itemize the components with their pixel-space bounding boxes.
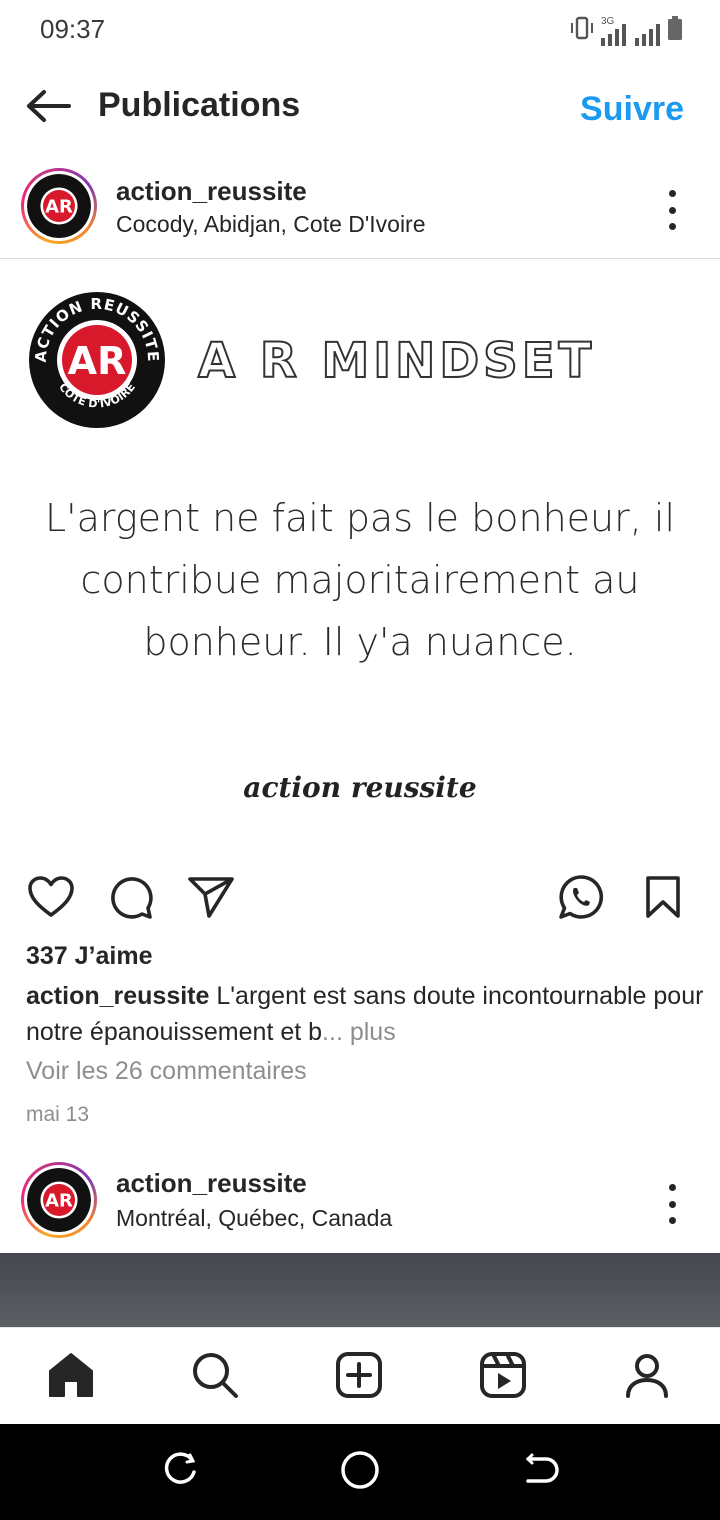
next-post-image[interactable]: [0, 1253, 720, 1328]
nav-search[interactable]: [188, 1350, 242, 1404]
search-icon: [191, 1351, 239, 1404]
vibrate-icon: [569, 15, 595, 46]
brand-logo: AR: [27, 174, 91, 238]
page-title: Publications: [98, 86, 301, 124]
reels-icon: [479, 1351, 527, 1404]
app-header: Publications Suivre: [0, 62, 720, 154]
post-image[interactable]: ACTION REUSSITE AR CÔTE D'IVOIRE A R MIN…: [0, 259, 720, 851]
more-dot: [668, 1200, 676, 1208]
back-system-button[interactable]: [516, 1448, 564, 1496]
send-icon: [187, 875, 235, 924]
signal-icon: 3G: [601, 16, 660, 46]
profile-icon: [623, 1351, 671, 1404]
whatsapp-share-button[interactable]: [556, 874, 606, 924]
caption-more-button[interactable]: plus: [343, 1018, 396, 1046]
svg-text:AR: AR: [45, 196, 73, 217]
back-button[interactable]: [22, 82, 74, 134]
caption-username[interactable]: action_reussite: [26, 982, 209, 1010]
whatsapp-icon: [557, 873, 605, 926]
image-title: A R MINDSET: [197, 332, 596, 390]
caption-ellipsis: ...: [322, 1018, 343, 1046]
view-comments-link[interactable]: Voir les 26 commentaires: [26, 1057, 307, 1086]
post-date: mai 13: [26, 1103, 90, 1126]
status-bar: 09:37 3G: [0, 0, 720, 62]
image-signature: action reussite: [243, 771, 477, 804]
brand-logo: AR: [27, 1168, 91, 1232]
post-location[interactable]: Montréal, Québec, Canada: [116, 1205, 392, 1232]
image-quote: L'argent ne fait pas le bonheur, il cont…: [44, 496, 676, 664]
avatar[interactable]: AR: [21, 1162, 97, 1238]
more-dot: [668, 223, 676, 230]
heart-icon: [27, 875, 75, 924]
home-system-button[interactable]: [336, 1448, 384, 1496]
share-button[interactable]: [186, 874, 236, 924]
post-caption: action_reussite L'argent est sans doute …: [26, 978, 706, 1050]
battery-icon: [666, 15, 684, 46]
more-dot: [668, 206, 676, 214]
more-options-button[interactable]: [660, 190, 684, 230]
nav-create[interactable]: [332, 1350, 386, 1404]
more-dot: [668, 190, 676, 197]
recent-apps-button[interactable]: [156, 1448, 204, 1496]
like-button[interactable]: [26, 874, 76, 924]
nav-reels[interactable]: [476, 1350, 530, 1404]
network-type: 3G: [601, 16, 615, 27]
nav-home[interactable]: [44, 1350, 98, 1404]
likes-count[interactable]: 337 J’aime: [26, 942, 153, 971]
system-navigation-bar: [0, 1424, 720, 1520]
home-icon: [46, 1351, 96, 1404]
more-options-button[interactable]: [660, 1184, 684, 1224]
comment-icon: [108, 874, 154, 925]
recent-apps-icon: [160, 1450, 200, 1495]
post-actions: [0, 866, 720, 930]
post-username[interactable]: action_reussite: [116, 176, 307, 207]
back-system-icon: [520, 1450, 560, 1495]
next-post-header: AR action_reussite Montréal, Québec, Can…: [0, 1154, 720, 1250]
brand-logo: ACTION REUSSITE AR CÔTE D'IVOIRE: [28, 291, 166, 429]
status-icons: 3G: [569, 16, 684, 46]
status-time: 09:37: [40, 14, 106, 44]
post-header: AR action_reussite Cocody, Abidjan, Cote…: [0, 160, 720, 256]
follow-button[interactable]: Suivre: [580, 90, 684, 129]
circle-home-icon: [338, 1448, 382, 1497]
more-dot: [668, 1184, 676, 1191]
create-icon: [335, 1351, 383, 1404]
nav-profile[interactable]: [620, 1350, 674, 1404]
bookmark-icon: [643, 875, 683, 924]
post-location[interactable]: Cocody, Abidjan, Cote D'Ivoire: [116, 211, 426, 238]
post-username[interactable]: action_reussite: [116, 1168, 307, 1199]
comment-button[interactable]: [106, 874, 156, 924]
logo-monogram: AR: [68, 339, 127, 383]
svg-text:AR: AR: [45, 1190, 73, 1211]
more-dot: [668, 1217, 676, 1224]
bottom-nav: [0, 1327, 720, 1424]
save-button[interactable]: [638, 874, 688, 924]
avatar[interactable]: AR: [21, 168, 97, 244]
back-arrow-icon: [24, 88, 72, 129]
